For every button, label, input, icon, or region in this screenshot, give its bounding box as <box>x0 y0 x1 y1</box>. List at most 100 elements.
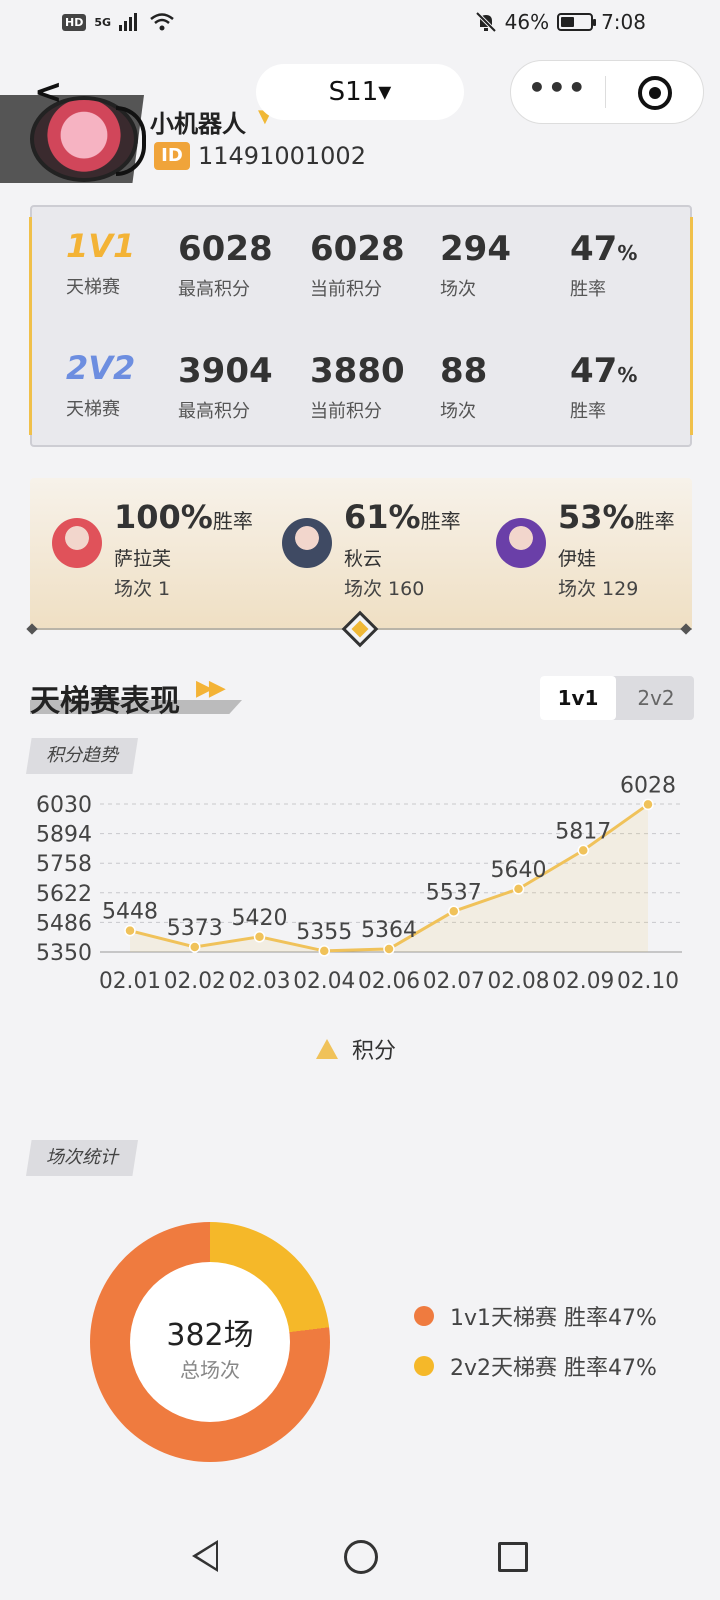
x-tick-label: 02.03 <box>229 969 291 994</box>
hero-matches: 场次 1 <box>114 578 171 600</box>
data-label: 5817 <box>555 819 611 844</box>
x-tick-label: 02.04 <box>293 969 355 994</box>
close-target-icon[interactable] <box>638 76 672 110</box>
hero-winrate: 100%胜率 <box>114 498 253 536</box>
ladder-stats-card: 1V1 天梯赛 6028 最高积分 6028 当前积分 294 场次 47% 胜… <box>29 205 693 447</box>
stat-current: 6028 当前积分 <box>310 229 405 301</box>
stat-value: 47 <box>570 229 618 269</box>
y-tick-label: 5486 <box>36 911 92 936</box>
hero-winrate-label: 胜率 <box>420 509 461 533</box>
signal-icon <box>119 13 138 31</box>
stat-highest: 3904 最高积分 <box>178 351 273 423</box>
hero-matches: 场次 160 <box>344 578 425 600</box>
x-tick-label: 02.08 <box>488 969 550 994</box>
y-tick-label: 5894 <box>36 823 92 848</box>
hero-avatar <box>282 518 332 568</box>
top-heroes-panel: 100%胜率 萨拉芙 场次 1 61%胜率 秋云 场次 160 53%胜率 伊娃… <box>30 478 692 630</box>
data-point <box>253 931 266 943</box>
stat-unit: % <box>617 363 638 387</box>
back-arrow-icon[interactable]: < <box>34 72 63 112</box>
data-label: 5364 <box>361 918 417 943</box>
hero-winrate-value: 61% <box>344 498 421 536</box>
stat-label: 最高积分 <box>178 279 250 300</box>
stat-value: 6028 <box>178 229 273 269</box>
double-arrow-icon: ▶▶ <box>196 676 226 701</box>
hero-name: 秋云 <box>344 548 383 570</box>
data-point <box>318 945 330 957</box>
data-label: 5420 <box>232 906 288 931</box>
stat-value: 294 <box>440 229 511 269</box>
stat-label: 胜率 <box>570 401 606 422</box>
hero-avatar <box>52 518 102 568</box>
battery-percent: 46% <box>504 10 550 34</box>
stat-label: 当前积分 <box>310 279 382 300</box>
mode-subtitle: 天梯赛 <box>66 399 120 420</box>
mode-tag: 1V1 <box>66 227 136 265</box>
mode-tag: 2V2 <box>66 349 136 387</box>
more-menu-button[interactable]: ••• <box>528 70 586 110</box>
capsule-divider <box>605 76 606 108</box>
hero-matches: 场次 129 <box>558 578 639 600</box>
stat-current: 3880 当前积分 <box>310 351 405 423</box>
stat-winrate: 47% 胜率 <box>570 351 637 423</box>
toggle-1v1[interactable]: 1v1 <box>540 676 616 720</box>
nav-recent-icon[interactable] <box>498 1542 528 1572</box>
hero-winrate-value: 53% <box>558 498 635 536</box>
donut-legend-item: 2v2天梯赛 胜率47% <box>414 1350 657 1382</box>
user-name: 小机器人 <box>150 110 246 138</box>
y-tick-label: 5622 <box>36 882 92 907</box>
stats-row-1v1: 1V1 天梯赛 6028 最高积分 6028 当前积分 294 场次 47% 胜… <box>32 207 690 317</box>
data-label: 5640 <box>491 858 547 883</box>
id-badge: ID <box>154 142 190 170</box>
stat-value: 3880 <box>310 351 405 391</box>
hero-name: 萨拉芙 <box>114 548 172 570</box>
hero-winrate-label: 胜率 <box>634 509 675 533</box>
trend-tag: 积分趋势 <box>26 738 138 774</box>
chart-legend: 积分 <box>316 1033 396 1065</box>
legend-dot <box>414 1356 434 1376</box>
score-trend-chart: 6030 5894 5758 5622 5486 5350 5448 5373 5420 5355… <box>36 773 682 994</box>
hero-winrate: 53%胜率 <box>558 498 675 536</box>
x-tick-label: 02.10 <box>617 969 679 994</box>
data-point <box>124 924 136 937</box>
stat-label: 胜率 <box>570 279 606 300</box>
mode-toggle: 1v1 2v2 <box>540 676 694 720</box>
hero-winrate: 61%胜率 <box>344 498 461 536</box>
stat-highest: 6028 最高积分 <box>178 229 273 301</box>
stat-winrate: 47% 胜率 <box>570 229 637 301</box>
nav-home-icon[interactable] <box>344 1540 378 1574</box>
x-tick-label: 02.02 <box>164 969 226 994</box>
data-label: 6028 <box>620 773 676 798</box>
stat-matches: 294 场次 <box>440 229 511 301</box>
y-tick-label: 5350 <box>36 941 92 966</box>
y-tick-label: 6030 <box>36 793 92 818</box>
status-left: HD 5G <box>62 12 175 32</box>
triangle-icon <box>316 1039 338 1059</box>
stats-row-2v2: 2V2 天梯赛 3904 最高积分 3880 当前积分 88 场次 47% 胜率 <box>32 329 690 439</box>
data-point <box>448 905 460 918</box>
legend-dot <box>414 1306 434 1326</box>
stat-unit: % <box>617 241 638 265</box>
count-tag: 场次统计 <box>26 1140 138 1176</box>
stat-value: 3904 <box>178 351 273 391</box>
data-point <box>642 798 654 811</box>
hero-avatar <box>496 518 546 568</box>
wifi-icon <box>150 13 174 31</box>
data-point <box>189 941 201 953</box>
data-label: 5373 <box>167 916 223 941</box>
mode-subtitle: 天梯赛 <box>66 277 120 298</box>
toggle-2v2[interactable]: 2v2 <box>618 676 694 720</box>
total-matches-label: 总场次 <box>180 1358 240 1382</box>
legend-label: 积分 <box>352 1039 397 1064</box>
stat-value: 88 <box>440 351 488 391</box>
stat-label: 场次 <box>440 279 476 300</box>
section-title: 天梯赛表现 <box>30 684 180 719</box>
x-tick-label: 02.06 <box>358 969 420 994</box>
network-label: 5G <box>94 15 112 29</box>
hero-name: 伊娃 <box>558 548 597 570</box>
season-selector[interactable]: S11▾ <box>256 64 464 120</box>
x-tick-label: 02.07 <box>423 969 485 994</box>
user-id: 11491001002 <box>198 142 366 170</box>
data-point <box>512 883 525 895</box>
status-right: 46% 7:08 <box>475 10 646 34</box>
